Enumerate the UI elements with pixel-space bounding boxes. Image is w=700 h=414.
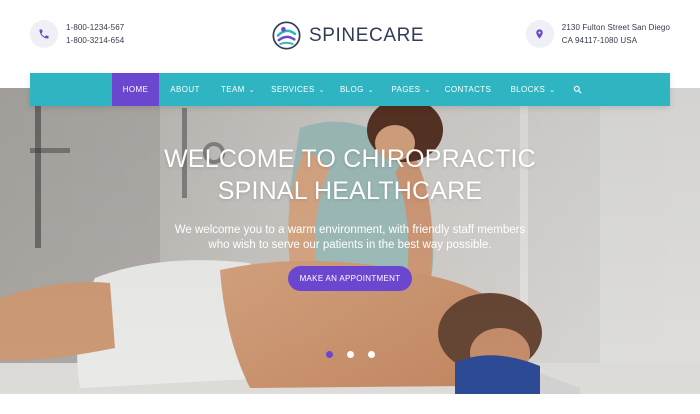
nav-item-about[interactable]: ABOUT <box>164 73 206 106</box>
nav-item-label: BLOCKS <box>510 85 546 94</box>
address-line-2: CA 94117-1080 USA <box>561 36 638 45</box>
phone-icon <box>30 20 58 48</box>
search-icon <box>573 85 581 94</box>
phone-number-1[interactable]: 1-800-1234-567 <box>66 21 124 34</box>
location-pin-icon <box>525 20 554 48</box>
nav-item-label: TEAM <box>220 85 245 94</box>
spine-logo-icon <box>272 21 301 50</box>
chevron-down-icon: ⌄ <box>318 86 325 94</box>
phone-contact: 1-800-1234-567 1-800-3214-654 <box>30 20 124 48</box>
hero-subtitle-line-1: We welcome you to a warm environment, wi… <box>174 224 526 236</box>
nav-item-services[interactable]: SERVICES ⌄ <box>268 73 328 106</box>
hero-subtitle: We welcome you to a warm environment, wi… <box>0 223 700 253</box>
chevron-down-icon: ⌄ <box>248 86 256 94</box>
chevron-down-icon: ⌄ <box>549 86 556 94</box>
slider-pagination <box>0 351 700 358</box>
hero-title-line-1: WELCOME TO CHIROPRACTIC <box>164 145 536 173</box>
slider-dot-3[interactable] <box>367 351 375 358</box>
nav-item-team[interactable]: TEAM ⌄ <box>214 73 262 106</box>
main-navigation: HOME ABOUT TEAM ⌄ SERVICES ⌄ BLOG ⌄ PAGE… <box>30 73 670 106</box>
chevron-down-icon: ⌄ <box>367 86 375 94</box>
nav-item-blog[interactable]: BLOG ⌄ <box>335 73 379 106</box>
search-button[interactable] <box>567 73 587 106</box>
nav-item-label: SERVICES <box>271 85 315 94</box>
nav-item-label: CONTACTS <box>444 85 492 94</box>
address-line-1: 2130 Fulton Street San Diego <box>561 23 670 32</box>
hero-subtitle-line-2: who wish to serve our patients in the be… <box>208 239 492 251</box>
nav-item-pages[interactable]: PAGES ⌄ <box>387 73 435 106</box>
nav-item-label: PAGES <box>391 85 421 94</box>
hero-slider: WELCOME TO CHIROPRACTIC SPINAL HEALTHCAR… <box>0 88 700 394</box>
nav-item-label: HOME <box>122 85 149 94</box>
chevron-down-icon: ⌄ <box>424 86 431 94</box>
make-appointment-button[interactable]: MAKE AN APPOINTMENT <box>288 266 412 291</box>
slider-dot-1[interactable] <box>325 351 333 358</box>
slider-dot-2[interactable] <box>346 351 354 358</box>
address-contact: 2130 Fulton Street San Diego CA 94117-10… <box>525 20 670 48</box>
nav-item-blocks[interactable]: BLOCKS ⌄ <box>507 73 559 106</box>
nav-item-label: BLOG <box>339 85 364 94</box>
page-bottom-strip <box>0 394 700 414</box>
hero-title-line-2: SPINAL HEALTHCARE <box>217 177 483 205</box>
site-logo[interactable]: SPINECARE <box>271 20 424 51</box>
nav-item-contacts[interactable]: CONTACTS <box>443 73 493 106</box>
logo-text: SPINECARE <box>309 24 425 46</box>
nav-item-label: ABOUT <box>170 85 200 94</box>
phone-number-2[interactable]: 1-800-3214-654 <box>66 34 124 47</box>
nav-item-home[interactable]: HOME <box>112 73 159 106</box>
hero-title: WELCOME TO CHIROPRACTIC SPINAL HEALTHCAR… <box>0 143 700 207</box>
